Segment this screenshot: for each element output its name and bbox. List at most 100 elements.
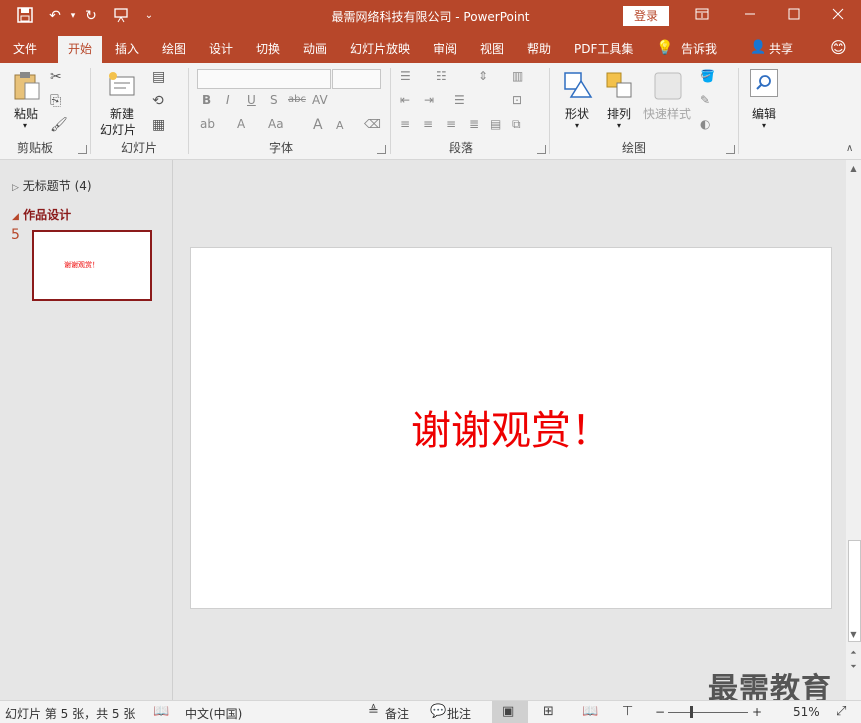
- font-size-combo[interactable]: [332, 69, 381, 89]
- smartart-icon[interactable]: ⧉: [512, 117, 521, 132]
- increase-font-button[interactable]: A: [313, 117, 323, 133]
- format-painter-icon[interactable]: 🖌: [50, 117, 68, 133]
- layout-icon[interactable]: ▤: [152, 69, 165, 85]
- slide-thumbnail[interactable]: 谢谢观赏！: [32, 230, 152, 301]
- shape-fill-icon[interactable]: 🪣: [700, 69, 715, 83]
- tab-help[interactable]: 帮助: [527, 40, 551, 57]
- close-button[interactable]: [816, 0, 860, 33]
- collapse-ribbon-icon[interactable]: ∧: [846, 143, 853, 154]
- share-button[interactable]: 共享: [769, 40, 793, 57]
- scroll-thumb[interactable]: [848, 540, 861, 642]
- ribbon-display-options-icon[interactable]: [680, 0, 724, 33]
- increase-indent-icon[interactable]: ⇥: [424, 93, 434, 107]
- line-spacing-icon[interactable]: ⇕: [478, 69, 488, 83]
- decrease-indent-icon[interactable]: ⇤: [400, 93, 410, 107]
- comments-button[interactable]: 批注: [447, 705, 471, 722]
- columns-icon[interactable]: ▥: [512, 69, 523, 83]
- align-text-icon[interactable]: ⊡: [512, 93, 522, 107]
- fit-to-window-icon[interactable]: ⤢: [836, 704, 846, 719]
- shadow-button[interactable]: S: [270, 93, 278, 107]
- scroll-up-icon[interactable]: ▲: [848, 164, 859, 173]
- notes-button[interactable]: 备注: [385, 705, 409, 722]
- tab-view[interactable]: 视图: [480, 40, 504, 57]
- slideshow-icon[interactable]: ⊤: [622, 704, 633, 719]
- tab-design[interactable]: 设计: [209, 40, 233, 57]
- current-slide[interactable]: 谢谢观赏！: [190, 247, 832, 609]
- paste-button[interactable]: 粘贴 ▾: [10, 69, 44, 135]
- numbering-icon[interactable]: ☷: [436, 69, 447, 83]
- align-left-icon[interactable]: ≡: [400, 117, 410, 131]
- slide-thumbnail-pane: ▷ 无标题节 (4) ◢ 作品设计 5 谢谢观赏！: [0, 160, 173, 700]
- text-direction-icon[interactable]: ☰: [454, 93, 465, 107]
- quick-styles-button[interactable]: 快速样式: [643, 69, 695, 135]
- font-color-button[interactable]: A: [237, 117, 245, 131]
- minimize-button[interactable]: [728, 0, 772, 33]
- tab-home[interactable]: 开始: [58, 36, 103, 63]
- zoom-slider-handle[interactable]: [690, 706, 693, 718]
- tab-draw[interactable]: 绘图: [162, 40, 186, 57]
- arrange-button[interactable]: 排列 ▾: [603, 69, 639, 135]
- cut-icon[interactable]: ✂: [50, 69, 62, 85]
- change-case-button[interactable]: Aa: [268, 117, 284, 131]
- scroll-down-icon[interactable]: ▼: [848, 630, 859, 639]
- section-untitled[interactable]: ▷ 无标题节 (4): [12, 177, 92, 194]
- normal-view-icon[interactable]: ▣: [492, 701, 528, 723]
- bullets-icon[interactable]: ☰: [400, 69, 411, 83]
- shapes-button[interactable]: 形状 ▾: [559, 69, 599, 135]
- slide-title-text[interactable]: 谢谢观赏！: [191, 398, 831, 456]
- align-center-icon[interactable]: ≡: [423, 117, 433, 131]
- comments-icon[interactable]: 💬: [430, 704, 446, 719]
- vertical-scrollbar[interactable]: ▲ ▼ ⏶ ⏷: [846, 160, 861, 700]
- clear-formatting-icon[interactable]: ⌫: [364, 117, 381, 131]
- char-spacing-button[interactable]: AV: [312, 93, 328, 107]
- section-untitled-label: 无标题节 (4): [22, 179, 92, 193]
- tab-animations[interactable]: 动画: [303, 40, 327, 57]
- maximize-button[interactable]: [772, 0, 816, 33]
- font-group-label: 字体: [269, 141, 294, 155]
- login-button[interactable]: 登录: [623, 6, 669, 26]
- quick-styles-label: 快速样式: [643, 107, 692, 121]
- zoom-slider[interactable]: [668, 712, 748, 713]
- next-slide-icon[interactable]: ⏷: [848, 662, 859, 672]
- ribbon: 粘贴 ▾ ✂ ⎘ 🖌 剪贴板 新建 幻灯片 ▤ ⟲ ▦ 幻灯片 B I U S …: [0, 63, 861, 160]
- zoom-level[interactable]: 51%: [793, 705, 820, 719]
- copy-icon[interactable]: ⎘: [50, 93, 61, 109]
- clipboard-launcher-icon[interactable]: [78, 145, 87, 154]
- reset-icon[interactable]: ⟲: [152, 93, 164, 109]
- reading-view-icon[interactable]: 📖: [582, 704, 598, 719]
- tab-slideshow[interactable]: 幻灯片放映: [350, 40, 410, 57]
- paragraph-launcher-icon[interactable]: [537, 145, 546, 154]
- smiley-feedback-icon[interactable]: 😊: [830, 38, 847, 57]
- notes-icon[interactable]: ≜: [368, 704, 379, 719]
- highlight-icon[interactable]: ab: [200, 117, 215, 131]
- section-portfolio[interactable]: ◢ 作品设计: [12, 206, 71, 223]
- tab-insert[interactable]: 插入: [115, 40, 139, 57]
- new-slide-button[interactable]: 新建 幻灯片: [98, 69, 148, 137]
- align-right-icon[interactable]: ≡: [446, 117, 456, 131]
- zoom-out-button[interactable]: −: [655, 705, 665, 719]
- editing-button[interactable]: 编辑 ▾: [748, 69, 782, 135]
- previous-slide-icon[interactable]: ⏶: [848, 648, 859, 658]
- tab-pdf-tools[interactable]: PDF工具集: [574, 40, 633, 57]
- bold-button[interactable]: B: [202, 93, 211, 107]
- strikethrough-button[interactable]: abc: [288, 94, 306, 105]
- tab-file[interactable]: 文件: [13, 40, 37, 57]
- font-name-combo[interactable]: [197, 69, 331, 89]
- distributed-icon[interactable]: ▤: [490, 117, 501, 131]
- tab-transitions[interactable]: 切换: [256, 40, 280, 57]
- zoom-in-button[interactable]: +: [752, 705, 762, 719]
- underline-button[interactable]: U: [247, 93, 256, 107]
- tab-review[interactable]: 审阅: [433, 40, 457, 57]
- spell-check-icon[interactable]: 📖: [153, 704, 169, 719]
- tell-me-search[interactable]: 告诉我: [681, 40, 717, 57]
- slide-sorter-icon[interactable]: ⊞: [543, 704, 554, 719]
- section-icon[interactable]: ▦: [152, 117, 165, 133]
- shape-effects-icon[interactable]: ◐: [700, 117, 710, 131]
- font-launcher-icon[interactable]: [377, 145, 386, 154]
- justify-icon[interactable]: ≣: [469, 117, 479, 131]
- drawing-launcher-icon[interactable]: [726, 145, 735, 154]
- decrease-font-button[interactable]: A: [336, 119, 344, 132]
- italic-button[interactable]: I: [226, 93, 230, 107]
- language-status[interactable]: 中文(中国): [185, 705, 242, 722]
- shape-outline-icon[interactable]: ✎: [700, 93, 710, 107]
